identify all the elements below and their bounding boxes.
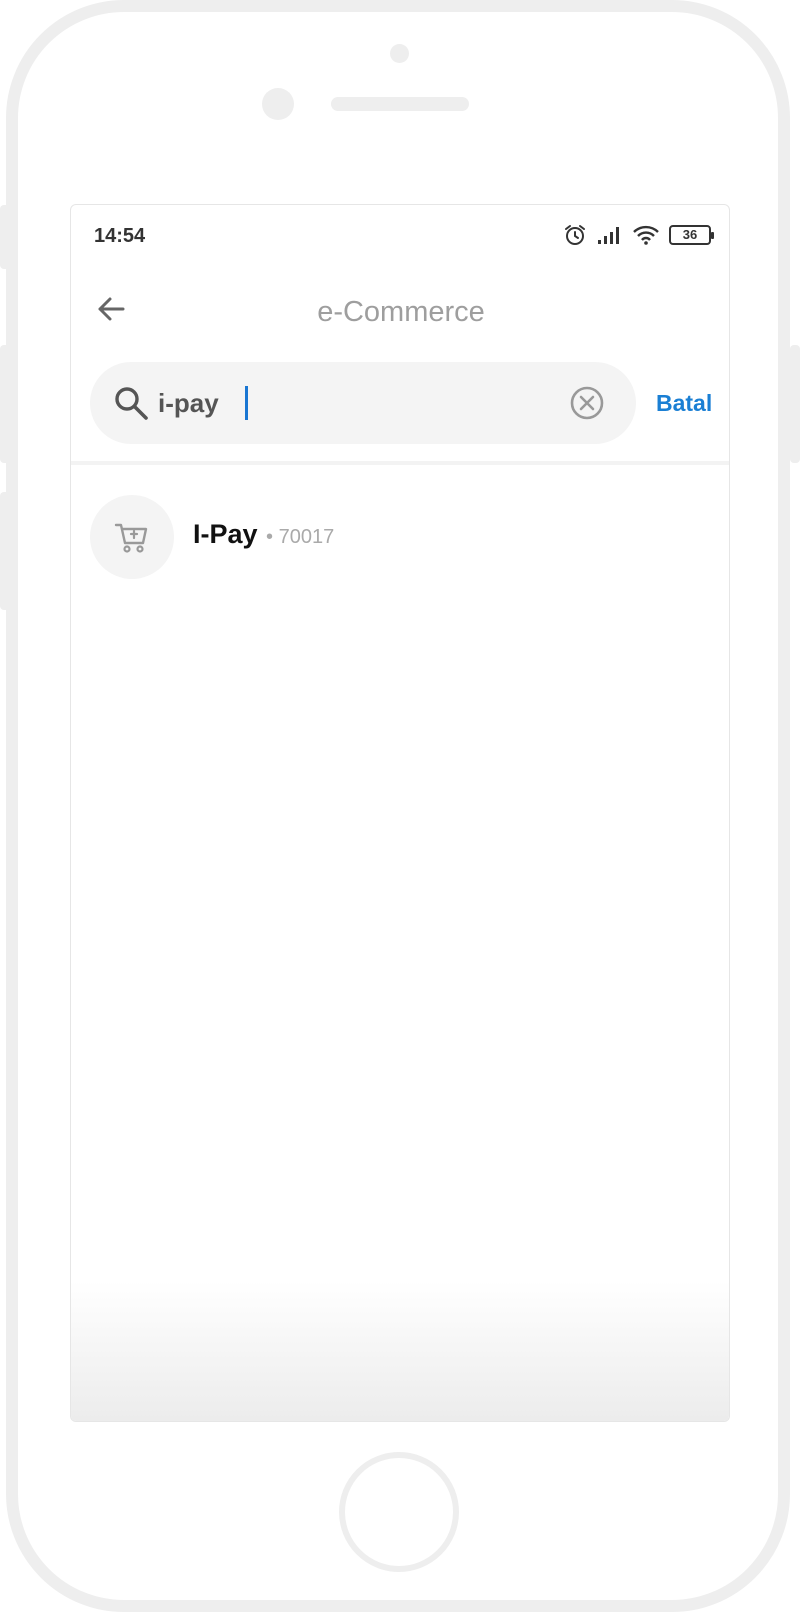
signal-icon xyxy=(598,227,619,244)
front-sensor xyxy=(390,44,409,63)
wifi-icon xyxy=(633,225,659,245)
result-code-value: 70017 xyxy=(278,526,335,548)
list-item[interactable]: I-Pay • 70017 xyxy=(71,495,729,583)
page-title: e-Commerce xyxy=(317,296,485,328)
search-bar xyxy=(90,362,636,444)
result-separator: • xyxy=(266,526,274,548)
status-time: 14:54 xyxy=(94,225,146,247)
text-caret xyxy=(245,386,248,420)
cancel-button[interactable]: Batal xyxy=(656,390,712,417)
result-avatar xyxy=(90,495,174,579)
side-button-right xyxy=(790,345,800,463)
result-name: I-Pay xyxy=(193,519,258,549)
search-icon xyxy=(115,387,148,420)
status-bar: 14:54 36 xyxy=(71,205,729,265)
search-input[interactable] xyxy=(158,386,548,420)
front-camera xyxy=(262,88,294,120)
clear-icon[interactable] xyxy=(568,384,606,422)
home-button[interactable] xyxy=(339,1452,459,1572)
divider xyxy=(71,461,729,465)
alarm-icon xyxy=(565,225,585,245)
result-code: • 70017 xyxy=(266,526,334,549)
status-icons: 36 xyxy=(563,223,714,247)
bottom-fade xyxy=(71,1281,729,1421)
earpiece-speaker xyxy=(331,97,469,111)
phone-screen: 14:54 36 e-Commerce i-pay Batal I-Pay • … xyxy=(70,204,730,1422)
battery-icon: 36 xyxy=(669,225,714,245)
cart-icon xyxy=(114,523,148,553)
